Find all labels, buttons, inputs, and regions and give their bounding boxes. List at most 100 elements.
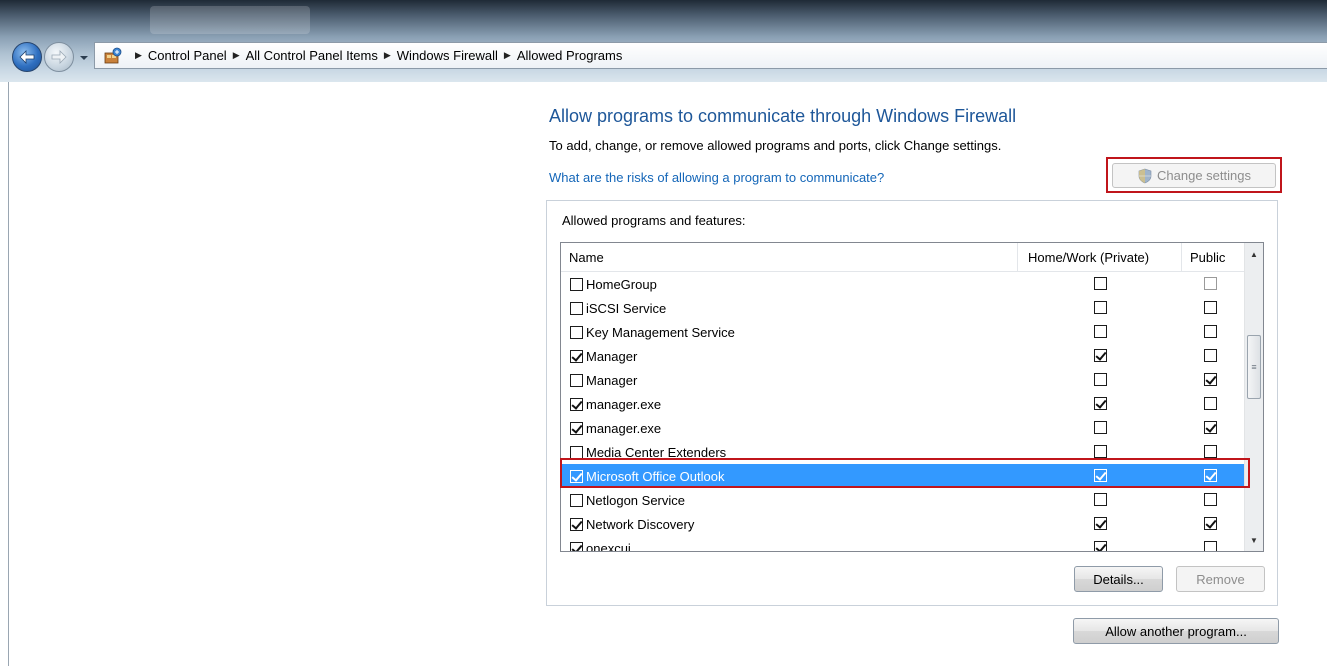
- program-name-cell: manager.exe: [570, 392, 661, 416]
- private-network-checkbox[interactable]: [1094, 277, 1107, 290]
- breadcrumb-separator-icon[interactable]: ▶: [384, 50, 391, 61]
- private-network-checkbox[interactable]: [1094, 445, 1107, 458]
- change-settings-button[interactable]: Change settings: [1112, 163, 1276, 188]
- program-row[interactable]: Key Management Service: [561, 320, 1244, 344]
- breadcrumb-separator-icon[interactable]: ▶: [233, 50, 240, 61]
- list-header: Name Home/Work (Private) Public: [561, 243, 1244, 272]
- breadcrumb-separator-icon[interactable]: ▶: [504, 50, 511, 61]
- private-network-checkbox[interactable]: [1094, 301, 1107, 314]
- program-name-cell: Netlogon Service: [570, 488, 685, 512]
- program-name: Key Management Service: [586, 324, 735, 340]
- program-enabled-checkbox[interactable]: [570, 517, 583, 531]
- program-row[interactable]: Manager: [561, 368, 1244, 392]
- private-network-checkbox[interactable]: [1094, 373, 1107, 386]
- forward-arrow-icon: [51, 50, 67, 64]
- breadcrumb-control-panel[interactable]: Control Panel: [148, 48, 227, 63]
- program-name: HomeGroup: [586, 276, 657, 292]
- control-panel-icon: [103, 47, 123, 65]
- page-title: Allow programs to communicate through Wi…: [549, 106, 1017, 126]
- program-name: onexcui: [586, 540, 631, 552]
- program-rows: HomeGroup iSCSI Service Key Management Ser…: [561, 272, 1244, 552]
- public-network-checkbox[interactable]: [1204, 301, 1217, 314]
- program-name: Network Discovery: [586, 516, 695, 532]
- program-enabled-checkbox[interactable]: [570, 349, 583, 363]
- program-name-cell: Manager: [570, 344, 637, 368]
- program-name-cell: iSCSI Service: [570, 296, 666, 320]
- column-header-private[interactable]: Home/Work (Private): [1018, 243, 1182, 271]
- program-row[interactable]: manager.exe: [561, 416, 1244, 440]
- program-enabled-checkbox[interactable]: [570, 397, 583, 411]
- program-name: manager.exe: [586, 396, 662, 412]
- private-network-checkbox[interactable]: [1094, 349, 1107, 362]
- program-name: Manager: [586, 348, 638, 364]
- program-name-cell: Network Discovery: [570, 512, 694, 536]
- public-network-checkbox[interactable]: [1204, 493, 1217, 506]
- list-scrollbar[interactable]: ▲ ≡ ▼: [1244, 243, 1263, 551]
- column-header-name[interactable]: Name: [561, 243, 1018, 271]
- breadcrumb-windows-firewall[interactable]: Windows Firewall: [397, 48, 498, 63]
- public-network-checkbox[interactable]: [1204, 421, 1217, 434]
- private-network-checkbox[interactable]: [1094, 421, 1107, 434]
- public-network-checkbox[interactable]: [1204, 541, 1217, 551]
- remove-button[interactable]: Remove: [1176, 566, 1265, 592]
- back-button[interactable]: [12, 42, 42, 72]
- scroll-down-icon[interactable]: ▼: [1245, 531, 1263, 549]
- private-network-checkbox[interactable]: [1094, 493, 1107, 506]
- program-enabled-checkbox[interactable]: [570, 493, 583, 507]
- risks-help-link[interactable]: What are the risks of allowing a program…: [549, 170, 884, 185]
- allowed-programs-list[interactable]: Name Home/Work (Private) Public HomeGrou…: [560, 242, 1264, 552]
- program-row[interactable]: Manager: [561, 344, 1244, 368]
- breadcrumb-allowed-programs[interactable]: Allowed Programs: [517, 48, 623, 63]
- public-network-checkbox[interactable]: [1204, 397, 1217, 410]
- column-header-public[interactable]: Public: [1182, 243, 1244, 271]
- allow-another-program-button[interactable]: Allow another program...: [1073, 618, 1279, 644]
- address-bar[interactable]: ▶ Control Panel ▶ All Control Panel Item…: [94, 42, 1327, 69]
- program-row[interactable]: HomeGroup: [561, 272, 1244, 296]
- private-network-checkbox[interactable]: [1094, 517, 1107, 530]
- program-row[interactable]: iSCSI Service: [561, 296, 1244, 320]
- program-enabled-checkbox[interactable]: [570, 421, 583, 435]
- program-name-cell: Key Management Service: [570, 320, 735, 344]
- window-left-border: [8, 82, 9, 666]
- change-settings-label: Change settings: [1157, 168, 1251, 183]
- program-enabled-checkbox[interactable]: [570, 277, 583, 291]
- chevron-down-icon: [80, 56, 88, 60]
- private-network-checkbox[interactable]: [1094, 397, 1107, 410]
- public-network-checkbox[interactable]: [1204, 517, 1217, 530]
- program-name: iSCSI Service: [586, 300, 667, 316]
- scroll-up-icon[interactable]: ▲: [1245, 245, 1263, 263]
- breadcrumb-all-items[interactable]: All Control Panel Items: [246, 48, 378, 63]
- program-name-cell: Manager: [570, 368, 637, 392]
- details-button[interactable]: Details...: [1074, 566, 1163, 592]
- public-network-checkbox[interactable]: [1204, 349, 1217, 362]
- breadcrumb-separator-icon[interactable]: ▶: [135, 50, 142, 61]
- program-enabled-checkbox[interactable]: [570, 373, 583, 387]
- recent-pages-dropdown[interactable]: [78, 52, 90, 64]
- program-name-cell: onexcui: [570, 536, 631, 552]
- outlook-row-highlight: [560, 458, 1250, 488]
- page-description: To add, change, or remove allowed progra…: [549, 138, 1002, 153]
- private-network-checkbox[interactable]: [1094, 541, 1107, 551]
- private-network-checkbox[interactable]: [1094, 325, 1107, 338]
- program-enabled-checkbox[interactable]: [570, 301, 583, 315]
- program-enabled-checkbox[interactable]: [570, 325, 583, 339]
- program-row[interactable]: manager.exe: [561, 392, 1244, 416]
- public-network-checkbox[interactable]: [1204, 325, 1217, 338]
- program-enabled-checkbox[interactable]: [570, 541, 583, 551]
- program-row[interactable]: Network Discovery: [561, 512, 1244, 536]
- program-name: Netlogon Service: [586, 492, 685, 508]
- program-row[interactable]: onexcui: [561, 536, 1244, 552]
- program-name: manager.exe: [586, 420, 662, 436]
- program-row[interactable]: Netlogon Service: [561, 488, 1244, 512]
- title-bar-glass: [150, 6, 310, 34]
- public-network-checkbox[interactable]: [1204, 445, 1217, 458]
- scrollbar-thumb[interactable]: ≡: [1247, 335, 1261, 399]
- program-name-cell: HomeGroup: [570, 272, 657, 296]
- public-network-checkbox[interactable]: [1204, 277, 1217, 290]
- public-network-checkbox[interactable]: [1204, 373, 1217, 386]
- allowed-programs-label: Allowed programs and features:: [562, 213, 746, 228]
- forward-button[interactable]: [44, 42, 74, 72]
- program-enabled-checkbox[interactable]: [570, 445, 583, 459]
- window-title-bar: [0, 0, 1327, 82]
- back-arrow-icon: [19, 50, 35, 64]
